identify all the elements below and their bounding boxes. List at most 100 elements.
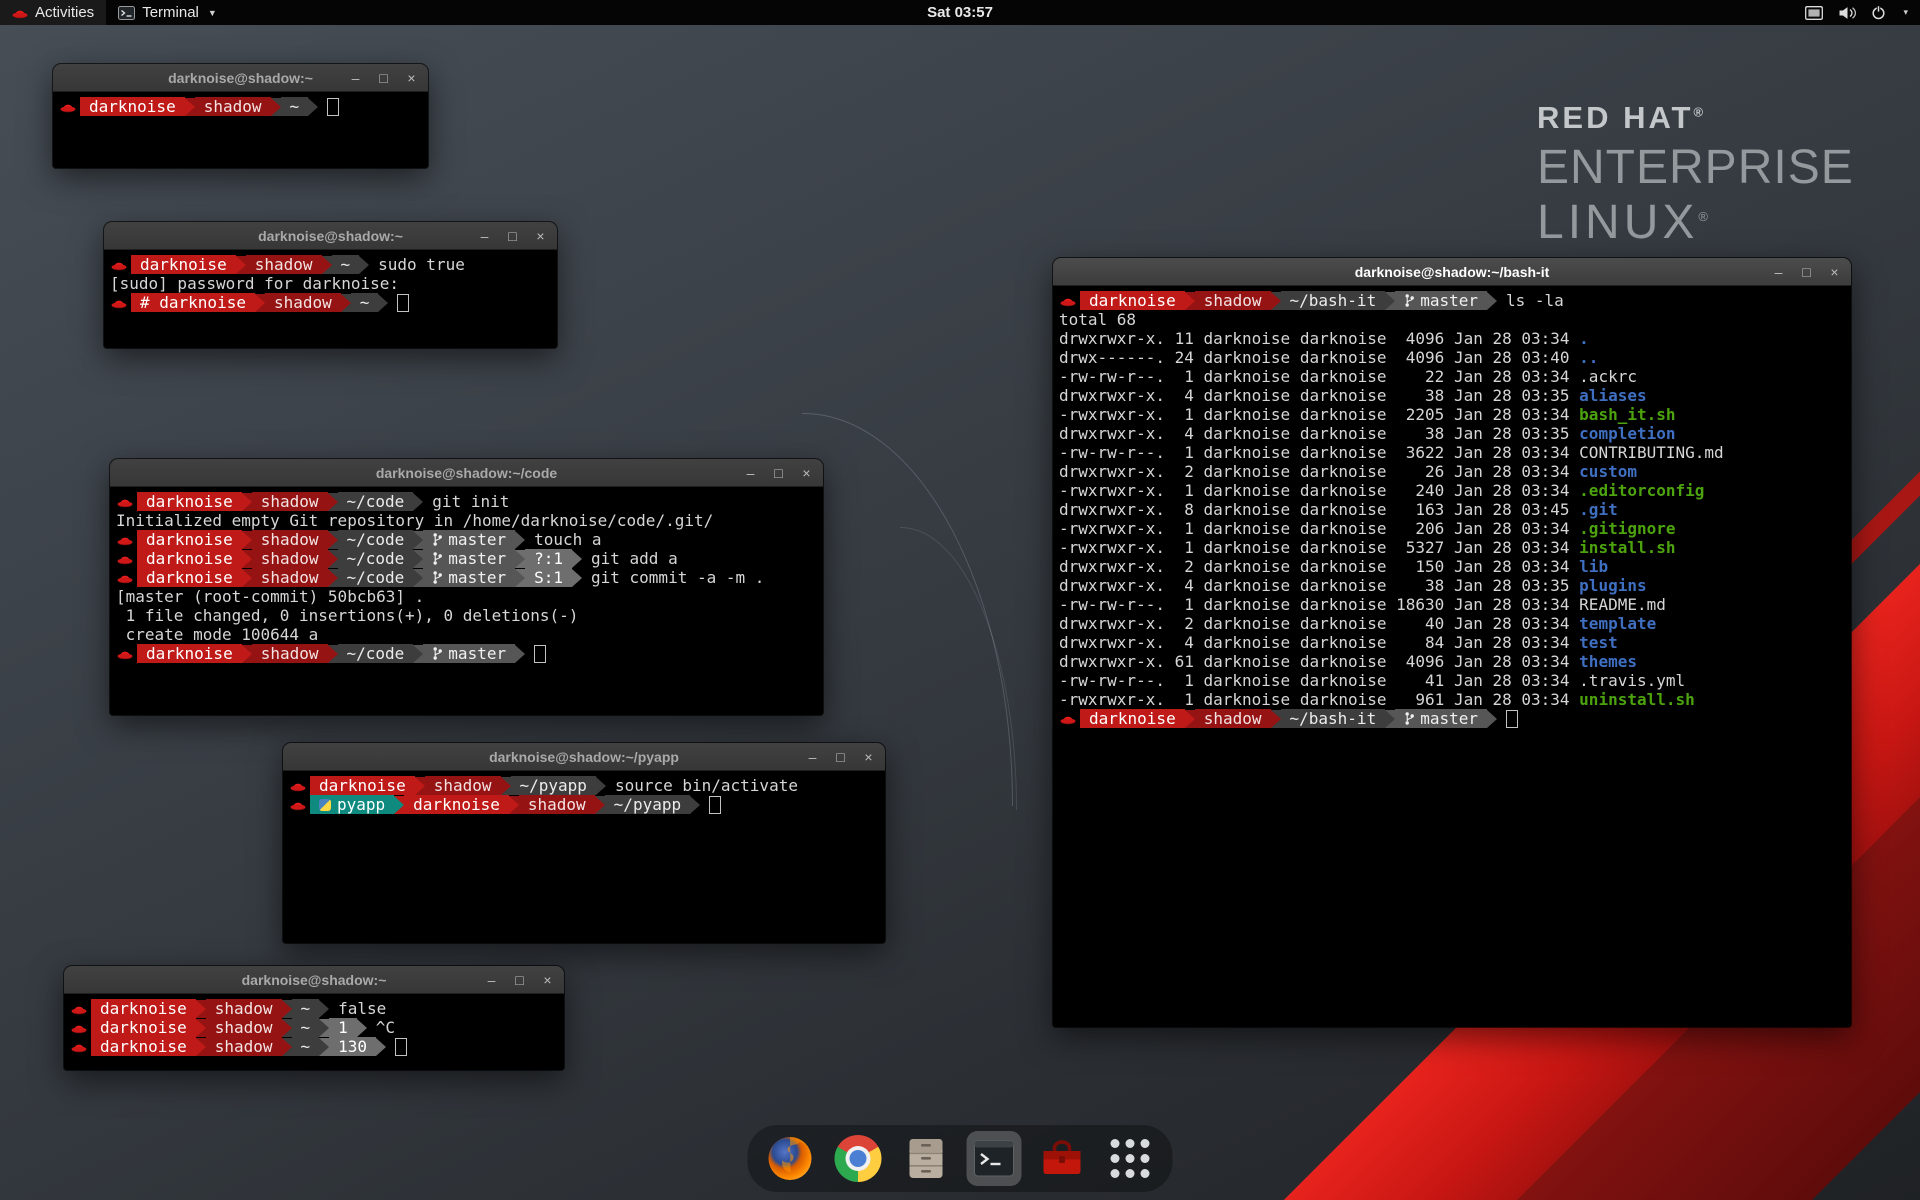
terminal-content[interactable]: darknoiseshadow~/pyappsource bin/activat… xyxy=(283,771,885,943)
window-titlebar[interactable]: darknoise@shadow:~ – □ × xyxy=(64,966,564,994)
clock[interactable]: Sat 03:57 xyxy=(917,0,1003,25)
terminal-content[interactable]: darknoiseshadow~sudo true[sudo] password… xyxy=(104,250,557,348)
maximize-button[interactable]: □ xyxy=(512,973,527,987)
powerline-separator xyxy=(378,294,388,312)
minimize-button[interactable]: – xyxy=(805,750,820,764)
terminal-window[interactable]: darknoise@shadow:~/bash-it – □ × darknoi… xyxy=(1053,258,1851,1027)
chevron-down-icon: ▾ xyxy=(1903,7,1908,18)
prompt-segment-path: ~/code xyxy=(338,492,414,511)
window-titlebar[interactable]: darknoise@shadow:~/code – □ × xyxy=(110,459,823,487)
window-titlebar[interactable]: darknoise@shadow:~/pyapp – □ × xyxy=(283,743,885,771)
prompt-segment-host: shadow xyxy=(252,568,328,587)
prompt-segment-git: master xyxy=(1395,291,1487,310)
prompt-segment-host: shadow xyxy=(206,1037,282,1056)
minimize-button[interactable]: – xyxy=(348,71,363,85)
prompt-segment-path: ~/code xyxy=(338,568,414,587)
redhat-prompt-icon xyxy=(1060,295,1076,307)
powerline-separator xyxy=(196,1019,206,1037)
terminal-cursor xyxy=(395,1038,407,1056)
dock-item-show-applications[interactable] xyxy=(1105,1133,1156,1184)
prompt-segment-path: ~ xyxy=(351,293,379,312)
close-button[interactable]: × xyxy=(404,71,419,85)
maximize-button[interactable]: □ xyxy=(771,466,786,480)
prompt-segment-path: ~/pyapp xyxy=(511,776,596,795)
terminal-cursor xyxy=(709,796,721,814)
powerline-separator xyxy=(413,550,423,568)
prompt-segment-host: shadow xyxy=(1195,709,1271,728)
prompt-line: darknoiseshadow~/bash-itmaster xyxy=(1059,709,1845,728)
maximize-button[interactable]: □ xyxy=(1799,265,1814,279)
window-titlebar[interactable]: darknoise@shadow:~/bash-it – □ × xyxy=(1053,258,1851,286)
ls-columns: drwxrwxr-x. 4 darknoise darknoise 84 Jan… xyxy=(1059,633,1579,652)
ls-filename: aliases xyxy=(1579,386,1646,405)
terminal-cursor xyxy=(397,294,409,312)
desktop: RED HAT® ENTERPRISE LINUX® Activities Te… xyxy=(0,0,1920,1200)
redhat-prompt-icon xyxy=(1060,713,1076,725)
ls-filename: .ackrc xyxy=(1579,367,1637,386)
dock-item-chrome[interactable] xyxy=(833,1133,884,1184)
powerline-separator xyxy=(196,1038,206,1056)
close-button[interactable]: × xyxy=(540,973,555,987)
system-status-area[interactable]: ▾ xyxy=(1793,0,1920,25)
close-button[interactable]: × xyxy=(533,229,548,243)
prompt-segment-host: shadow xyxy=(206,1018,282,1037)
terminal-line: Initialized empty Git repository in /hom… xyxy=(116,511,817,530)
powerline-separator xyxy=(242,531,252,549)
prompt-segment-user: darknoise xyxy=(137,568,242,587)
prompt-segment-stat: ?:1 xyxy=(525,549,572,568)
terminal-line: [sudo] password for darknoise: xyxy=(110,274,551,293)
terminal-window[interactable]: darknoise@shadow:~/pyapp – □ × darknoise… xyxy=(283,743,885,943)
prompt-segment-path: ~/pyapp xyxy=(605,795,690,814)
prompt-segment-host: shadow xyxy=(206,999,282,1018)
window-titlebar[interactable]: darknoise@shadow:~ – □ × xyxy=(53,64,428,92)
terminal-window[interactable]: darknoise@shadow:~ – □ × darknoiseshadow… xyxy=(53,64,428,168)
terminal-window[interactable]: darknoise@shadow:~ – □ × darknoiseshadow… xyxy=(104,222,557,348)
close-button[interactable]: × xyxy=(799,466,814,480)
ls-columns: -rw-rw-r--. 1 darknoise darknoise 41 Jan… xyxy=(1059,671,1579,690)
redhat-prompt-icon xyxy=(117,572,133,584)
powerline-separator xyxy=(515,645,525,663)
terminal-line: drwxrwxr-x. 61 darknoise darknoise 4096 … xyxy=(1059,652,1845,671)
prompt-segment-host: shadow xyxy=(519,795,595,814)
terminal-content[interactable]: darknoiseshadow~/codegit initInitialized… xyxy=(110,487,823,715)
terminal-content[interactable]: darknoiseshadow~falsedarknoiseshadow~1^C… xyxy=(64,994,564,1070)
files-icon xyxy=(903,1135,950,1182)
minimize-button[interactable]: – xyxy=(477,229,492,243)
dock-item-files[interactable] xyxy=(901,1133,952,1184)
branding-redhat: RED HAT® xyxy=(1537,100,1854,136)
powerline-separator xyxy=(282,1000,292,1018)
maximize-button[interactable]: □ xyxy=(833,750,848,764)
minimize-button[interactable]: – xyxy=(743,466,758,480)
minimize-button[interactable]: – xyxy=(484,973,499,987)
powerline-separator xyxy=(242,550,252,568)
close-button[interactable]: × xyxy=(1827,265,1842,279)
prompt-line: darknoiseshadow~false xyxy=(70,999,558,1018)
branding-enterprise: ENTERPRISE xyxy=(1537,140,1854,195)
ls-columns: drwxrwxr-x. 4 darknoise darknoise 38 Jan… xyxy=(1059,386,1579,405)
prompt-line: darknoiseshadow~/pyappsource bin/activat… xyxy=(289,776,879,795)
ls-filename: completion xyxy=(1579,424,1675,443)
activities-button[interactable]: Activities xyxy=(0,0,106,25)
minimize-button[interactable]: – xyxy=(1771,265,1786,279)
activities-label: Activities xyxy=(35,4,94,21)
dock-item-terminal[interactable] xyxy=(969,1133,1020,1184)
app-menu-terminal[interactable]: Terminal ▼ xyxy=(106,0,229,25)
dock-item-firefox[interactable] xyxy=(765,1133,816,1184)
terminal-line: -rw-rw-r--. 1 darknoise darknoise 22 Jan… xyxy=(1059,367,1845,386)
terminal-content[interactable]: darknoiseshadow~/bash-itmasterls -latota… xyxy=(1053,286,1851,1027)
ls-columns: -rw-rw-r--. 1 darknoise darknoise 22 Jan… xyxy=(1059,367,1579,386)
terminal-cursor xyxy=(534,645,546,663)
close-button[interactable]: × xyxy=(861,750,876,764)
prompt-line: darknoiseshadow~sudo true xyxy=(110,255,551,274)
terminal-content[interactable]: darknoiseshadow~ xyxy=(53,92,428,168)
top-bar: Activities Terminal ▼ Sat 03:57 ▾ xyxy=(0,0,1920,25)
maximize-button[interactable]: □ xyxy=(505,229,520,243)
terminal-window[interactable]: darknoise@shadow:~/code – □ × darknoise s… xyxy=(110,459,823,715)
ls-filename: .git xyxy=(1579,500,1618,519)
window-titlebar[interactable]: darknoise@shadow:~ – □ × xyxy=(104,222,557,250)
dock-item-toolbox[interactable] xyxy=(1037,1133,1088,1184)
terminal-line: -rw-rw-r--. 1 darknoise darknoise 18630 … xyxy=(1059,595,1845,614)
maximize-button[interactable]: □ xyxy=(376,71,391,85)
terminal-window[interactable]: darknoise@shadow:~ – □ × darknoiseshadow… xyxy=(64,966,564,1070)
ls-filename: install.sh xyxy=(1579,538,1675,557)
